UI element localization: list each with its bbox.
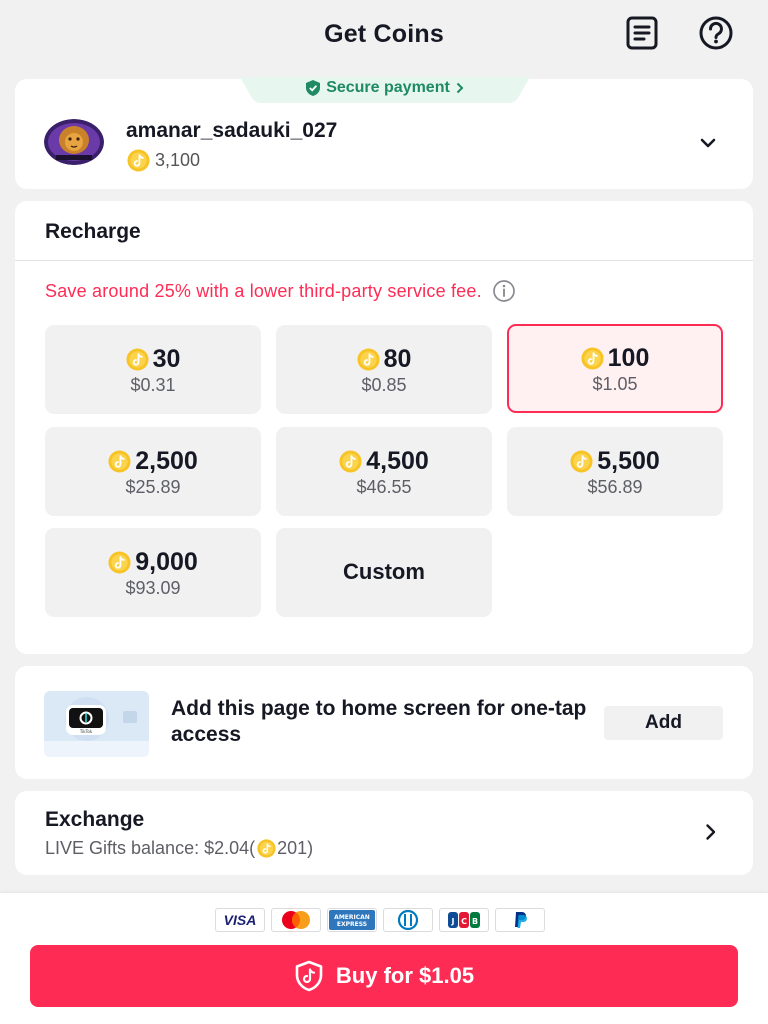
header: Get Coins xyxy=(0,0,768,72)
coin-icon xyxy=(126,348,149,371)
secure-payment-label: Secure payment xyxy=(326,79,450,96)
amex-logo: AMERICAN EXPRESS xyxy=(327,908,377,932)
buy-button-label: Buy for $1.05 xyxy=(335,963,475,988)
coin-package[interactable]: 80 $0.85 xyxy=(276,325,492,414)
add-to-home-text: Add this page to home screen for one-tap… xyxy=(171,697,587,746)
live-gifts-suffix: ) xyxy=(307,838,314,858)
chevron-right-icon xyxy=(456,82,464,94)
coin-package-selected[interactable]: 100 $1.05 xyxy=(507,324,723,413)
visa-logo: VISA xyxy=(215,908,265,932)
svg-text:C: C xyxy=(461,917,467,926)
package-price: $93.09 xyxy=(125,578,181,598)
package-coins: 30 xyxy=(45,345,261,374)
coin-icon xyxy=(108,551,131,574)
package-price: $25.89 xyxy=(125,477,181,497)
shield-check-icon xyxy=(306,80,321,96)
live-gifts-balance: LIVE Gifts balance: $2.04( 201 ) xyxy=(45,838,313,859)
coin-icon xyxy=(257,839,276,858)
promo-notice: Save around 25% with a lower third-party… xyxy=(45,279,516,303)
exchange-card[interactable]: Exchange LIVE Gifts balance: $2.04( 201 … xyxy=(15,791,753,875)
coin-icon xyxy=(581,347,604,370)
svg-text:J: J xyxy=(451,917,455,926)
chevron-right-icon[interactable] xyxy=(705,823,717,841)
coin-icon xyxy=(339,450,362,473)
recharge-title: Recharge xyxy=(45,220,141,243)
package-coins-value: 4,500 xyxy=(366,447,429,475)
coin-icon xyxy=(570,450,593,473)
package-coins: 9,000 xyxy=(45,548,261,577)
live-gifts-coins: 201 xyxy=(277,838,308,858)
payment-methods: VISA AMERICAN EXPRESS JCB xyxy=(215,908,545,932)
svg-text:B: B xyxy=(472,917,478,926)
package-coins-value: 100 xyxy=(607,344,650,372)
shield-tiktok-icon xyxy=(295,960,323,992)
orders-icon[interactable] xyxy=(625,16,659,50)
coin-icon xyxy=(127,149,150,172)
coin-icon xyxy=(108,450,131,473)
package-coins-value: 2,500 xyxy=(135,447,198,475)
package-coins: 100 xyxy=(509,344,721,373)
coin-package[interactable]: 9,000 $93.09 xyxy=(45,528,261,617)
coin-balance-value: 3,100 xyxy=(155,150,201,170)
add-to-home-card: TikTok Add this page to home screen for … xyxy=(15,666,753,779)
live-gifts-balance-text: LIVE Gifts balance: $2.04( xyxy=(45,838,256,858)
chevron-down-icon[interactable] xyxy=(699,137,717,149)
package-price: $56.89 xyxy=(587,477,643,497)
package-coins-value: 5,500 xyxy=(597,447,660,475)
username: amanar_sadauki_027 xyxy=(126,119,338,142)
package-coins-value: 30 xyxy=(152,345,181,373)
coin-package[interactable]: 2,500 $25.89 xyxy=(45,427,261,516)
coin-package[interactable]: 5,500 $56.89 xyxy=(507,427,723,516)
recharge-card: Recharge Save around 25% with a lower th… xyxy=(15,201,753,654)
package-price: $46.55 xyxy=(356,477,412,497)
svg-text:AMERICAN: AMERICAN xyxy=(334,914,370,921)
package-coins: 2,500 xyxy=(45,447,261,476)
svg-text:TikTok: TikTok xyxy=(79,729,93,734)
info-icon[interactable] xyxy=(492,279,516,303)
coin-package[interactable]: 30 $0.31 xyxy=(45,325,261,414)
jcb-logo: JCB xyxy=(439,908,489,932)
promo-text: Save around 25% with a lower third-party… xyxy=(45,280,482,301)
checkout-bar: VISA AMERICAN EXPRESS JCB Buy for $1.05 xyxy=(0,893,768,1024)
home-screen-thumbnail: TikTok xyxy=(44,691,149,757)
help-icon[interactable] xyxy=(695,16,737,50)
package-coins-value: 9,000 xyxy=(135,548,198,576)
exchange-title: Exchange xyxy=(45,808,145,831)
add-button[interactable]: Add xyxy=(604,706,723,740)
diners-club-logo xyxy=(383,908,433,932)
custom-package-button[interactable]: Custom xyxy=(276,528,492,617)
buy-button[interactable]: Buy for $1.05 xyxy=(30,945,738,1007)
divider xyxy=(15,260,753,261)
package-price: $1.05 xyxy=(592,374,638,394)
svg-text:EXPRESS: EXPRESS xyxy=(337,921,367,928)
paypal-logo xyxy=(495,908,545,932)
package-price: $0.31 xyxy=(130,375,176,395)
avatar xyxy=(44,119,104,165)
custom-package-label: Custom xyxy=(343,559,425,584)
coin-balance: 3,100 xyxy=(127,149,200,172)
package-coins: 5,500 xyxy=(507,447,723,476)
secure-payment-banner[interactable]: Secure payment xyxy=(240,77,530,103)
coin-icon xyxy=(357,348,380,371)
mastercard-logo xyxy=(271,908,321,932)
account-card[interactable]: Secure payment amanar_sadauki_027 3,100 xyxy=(15,77,753,189)
package-coins-value: 80 xyxy=(383,345,412,373)
coin-package[interactable]: 4,500 $46.55 xyxy=(276,427,492,516)
package-coins: 4,500 xyxy=(276,447,492,476)
package-coins: 80 xyxy=(276,345,492,374)
package-price: $0.85 xyxy=(361,375,407,395)
